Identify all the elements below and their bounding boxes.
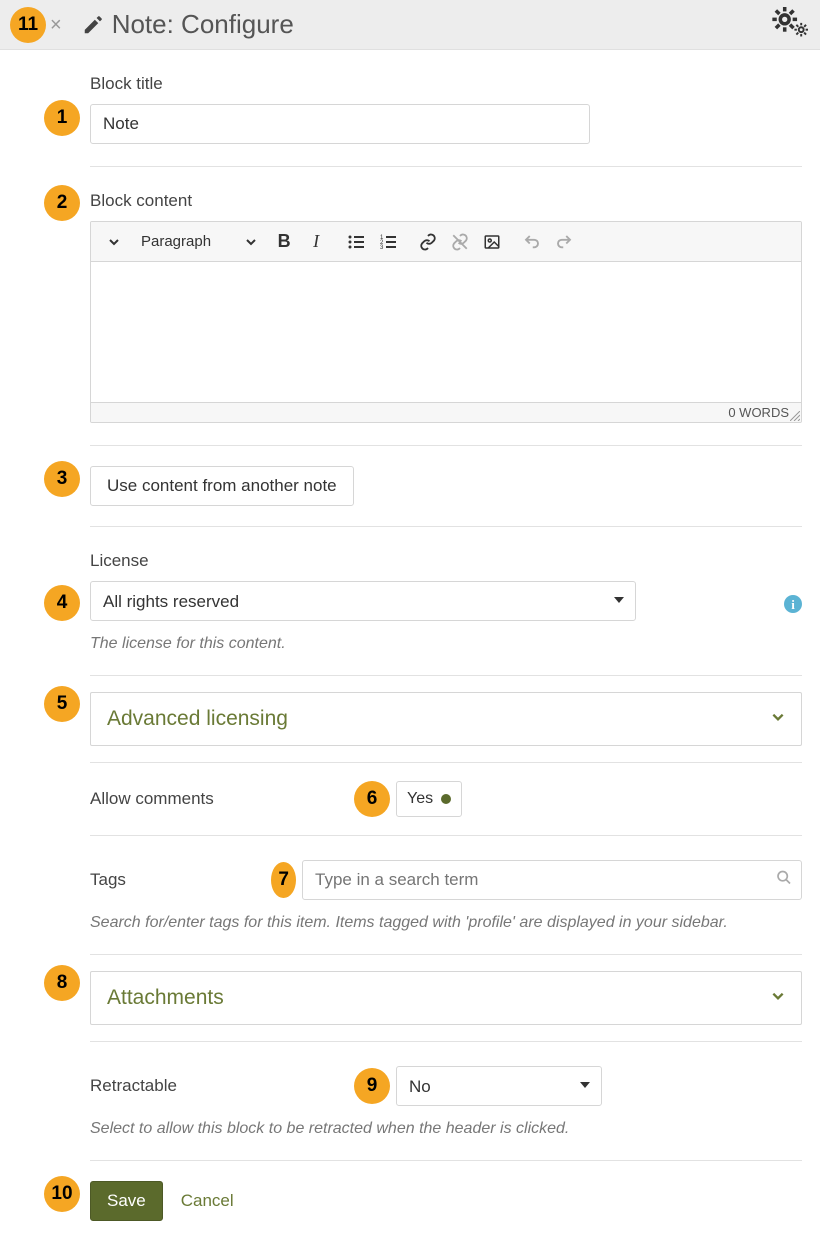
section-license: 4 i License All rights reserved The lice… xyxy=(90,527,802,676)
svg-text:i: i xyxy=(791,597,795,612)
chevron-down-icon xyxy=(771,710,785,729)
modal-title: Note: Configure xyxy=(112,9,294,40)
badge-9: 9 xyxy=(354,1068,390,1104)
attachments-accordion[interactable]: Attachments xyxy=(90,971,802,1025)
close-icon[interactable]: × xyxy=(50,15,62,35)
bullet-list-button[interactable] xyxy=(341,227,371,257)
format-select-value: Paragraph xyxy=(141,233,211,250)
bold-button[interactable]: B xyxy=(269,227,299,257)
gears-icon[interactable] xyxy=(772,7,808,42)
section-advanced-licensing: 5 Advanced licensing xyxy=(90,676,802,763)
undo-button[interactable] xyxy=(517,227,547,257)
search-icon xyxy=(776,870,792,891)
chevron-down-icon xyxy=(771,989,785,1008)
license-select[interactable]: All rights reserved xyxy=(90,581,636,621)
advanced-licensing-label: Advanced licensing xyxy=(107,707,288,731)
image-button[interactable] xyxy=(477,227,507,257)
attachments-label: Attachments xyxy=(107,986,224,1010)
license-help: The license for this content. xyxy=(90,635,802,653)
section-tags: Tags 7 Search for/enter tags for this it… xyxy=(90,836,802,955)
badge-6: 6 xyxy=(354,781,390,817)
retractable-help: Select to allow this block to be retract… xyxy=(90,1120,802,1138)
editor-toolbar: Paragraph B I 123 xyxy=(91,222,801,262)
use-content-button[interactable]: Use content from another note xyxy=(90,466,354,506)
modal-header: 11 × Note: Configure xyxy=(0,0,820,50)
badge-4: 4 xyxy=(44,585,80,621)
allow-comments-label: Allow comments xyxy=(90,789,354,809)
section-retractable: Retractable 9 No Select to allow this bl… xyxy=(90,1042,802,1161)
toggle-indicator xyxy=(441,794,451,804)
info-icon[interactable]: i xyxy=(784,595,802,613)
editor-menu-toggle[interactable] xyxy=(99,227,129,257)
svg-text:3: 3 xyxy=(380,245,384,251)
badge-8: 8 xyxy=(44,965,80,1001)
italic-button[interactable]: I xyxy=(301,227,331,257)
numbered-list-button[interactable]: 123 xyxy=(373,227,403,257)
footer: 10 Save Cancel xyxy=(90,1161,802,1221)
tags-label: Tags xyxy=(90,870,271,890)
badge-1: 1 xyxy=(44,100,80,136)
block-title-input[interactable] xyxy=(90,104,590,144)
rich-text-editor: Paragraph B I 123 xyxy=(90,221,802,423)
retractable-select[interactable]: No xyxy=(396,1066,602,1106)
block-title-label: Block title xyxy=(90,74,802,94)
redo-button[interactable] xyxy=(549,227,579,257)
badge-3: 3 xyxy=(44,461,80,497)
allow-comments-value: Yes xyxy=(407,790,433,808)
badge-2: 2 xyxy=(44,185,80,221)
retractable-label: Retractable xyxy=(90,1076,354,1096)
section-allow-comments: Allow comments 6 Yes xyxy=(90,763,802,836)
link-button[interactable] xyxy=(413,227,443,257)
section-block-content: 2 Block content Paragraph B I 123 xyxy=(90,167,802,446)
tags-help: Search for/enter tags for this item. Ite… xyxy=(90,914,802,932)
section-block-title: 1 Block title xyxy=(90,50,802,167)
editor-status-bar: 0 WORDS xyxy=(91,402,801,422)
tags-search-input[interactable] xyxy=(302,860,802,900)
badge-5: 5 xyxy=(44,686,80,722)
badge-10: 10 xyxy=(44,1176,80,1212)
format-select[interactable]: Paragraph xyxy=(131,227,267,257)
edit-icon xyxy=(82,14,104,36)
unlink-button[interactable] xyxy=(445,227,475,257)
license-label: License xyxy=(90,551,802,571)
section-attachments: 8 Attachments xyxy=(90,955,802,1042)
badge-7: 7 xyxy=(271,862,296,898)
save-button[interactable]: Save xyxy=(90,1181,163,1221)
resize-handle[interactable] xyxy=(790,411,800,421)
section-use-content: 3 Use content from another note xyxy=(90,446,802,527)
advanced-licensing-accordion[interactable]: Advanced licensing xyxy=(90,692,802,746)
allow-comments-toggle[interactable]: Yes xyxy=(396,781,462,817)
use-content-label: Use content from another note xyxy=(107,476,337,496)
badge-11: 11 xyxy=(10,7,46,43)
cancel-link[interactable]: Cancel xyxy=(181,1191,234,1211)
editor-body[interactable] xyxy=(91,262,801,402)
block-content-label: Block content xyxy=(90,191,802,211)
word-count: 0 WORDS xyxy=(728,405,789,420)
save-label: Save xyxy=(107,1191,146,1211)
